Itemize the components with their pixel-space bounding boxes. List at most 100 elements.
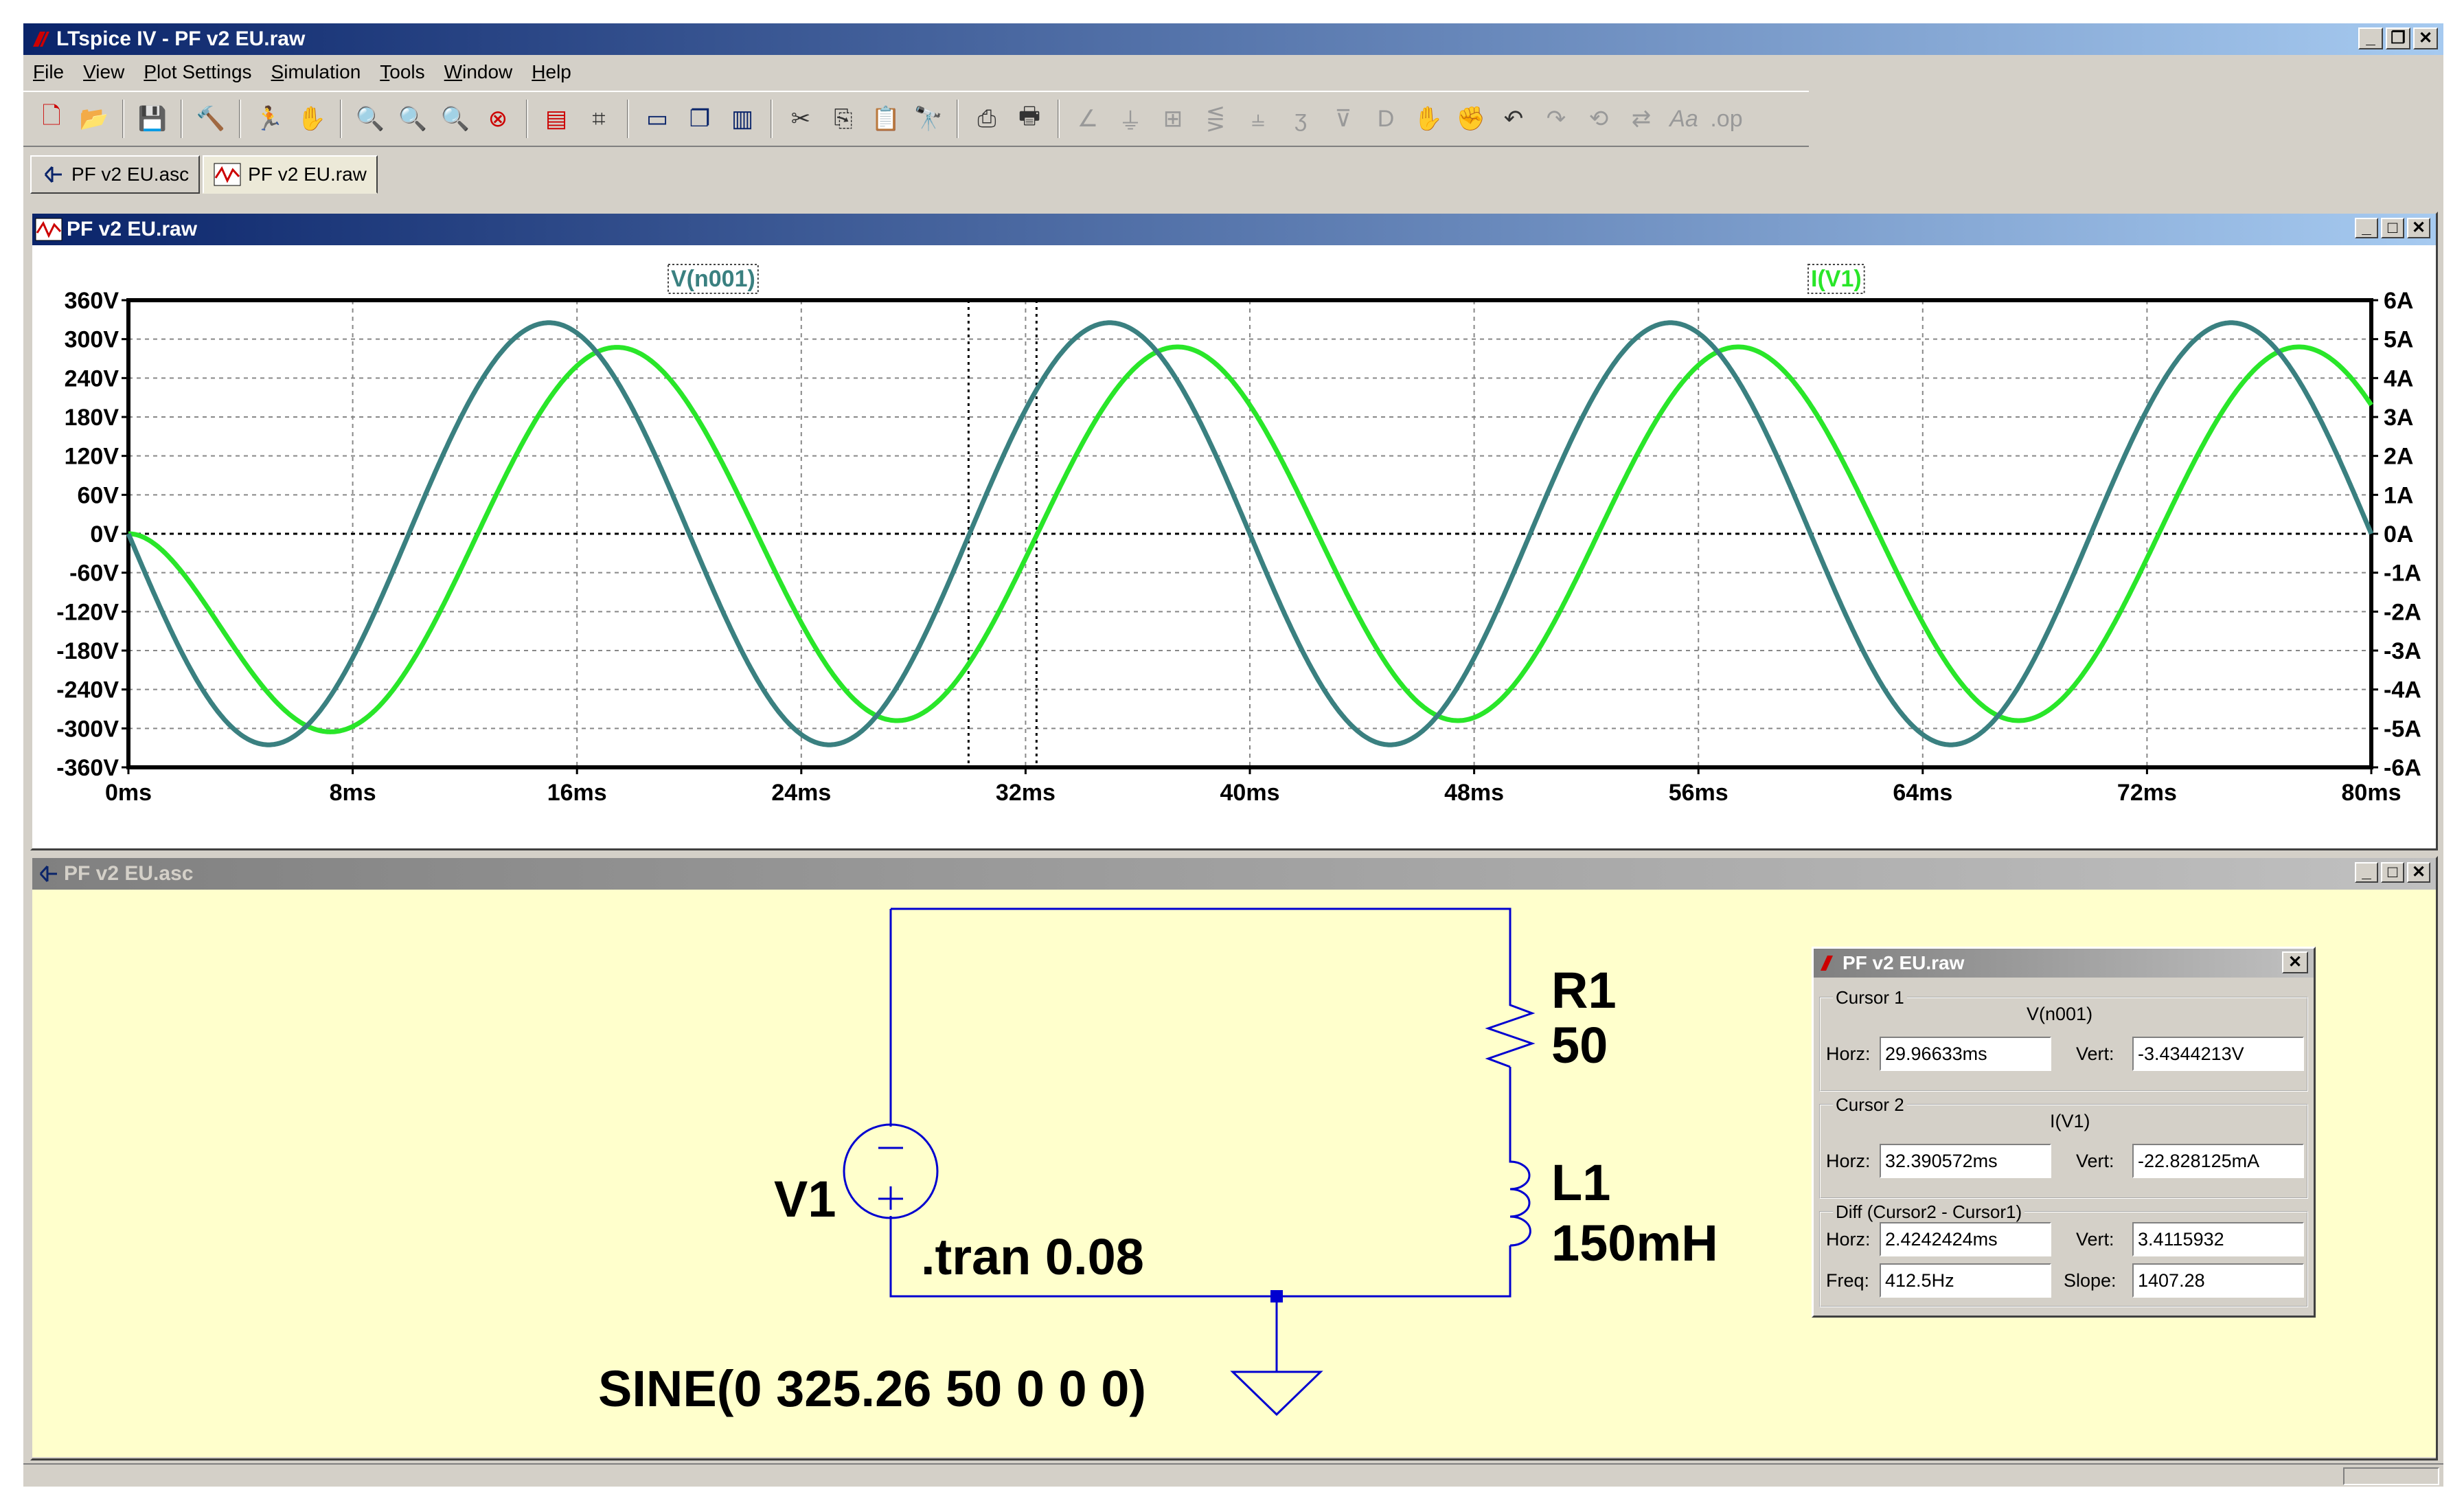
cursor1-horz-field[interactable]: 29.96633ms: [1880, 1037, 2051, 1071]
spice-directive-icon[interactable]: .op: [1708, 100, 1745, 137]
cascade-icon[interactable]: ❐: [681, 100, 718, 137]
schematic-minimize-button[interactable]: _: [2355, 862, 2378, 883]
zoom-area-icon[interactable]: 🔍: [352, 100, 389, 137]
source-value[interactable]: SINE(0 325.26 50 0 0 0): [598, 1360, 1146, 1417]
diff-horz-field[interactable]: 2.4242424ms: [1880, 1222, 2051, 1256]
zoom-in-icon[interactable]: 🔍: [394, 100, 431, 137]
menu-plot-settings[interactable]: Plot Settings: [144, 61, 251, 83]
waveform-maximize-button[interactable]: □: [2381, 218, 2404, 238]
mirror-icon[interactable]: ⇄: [1623, 100, 1660, 137]
marker-icon[interactable]: ⌗: [580, 100, 617, 137]
zoom-cancel-icon[interactable]: ⊗: [479, 100, 516, 137]
zoom-out-icon[interactable]: 🔍: [437, 100, 474, 137]
cursor1-trace: V(n001): [2027, 1004, 2093, 1024]
cursor2-horz-field[interactable]: 32.390572ms: [1880, 1144, 2051, 1178]
find-icon[interactable]: 🔭: [910, 100, 947, 137]
cursor1-label: Cursor 1: [1833, 987, 1907, 1008]
diff-vert-label: Vert:: [2076, 1229, 2114, 1250]
wire-top[interactable]: [891, 907, 1512, 993]
tab-waveform[interactable]: PF v2 EU.raw: [203, 155, 378, 194]
menu-simulation[interactable]: Simulation: [271, 61, 361, 83]
undo-icon[interactable]: ↶: [1495, 100, 1532, 137]
inductor-l1[interactable]: [1509, 1142, 1531, 1247]
menu-window[interactable]: Window: [444, 61, 513, 83]
r1-name[interactable]: R1: [1551, 962, 1617, 1019]
new-schematic-icon[interactable]: 🗋: [33, 100, 70, 137]
run-icon[interactable]: 🏃: [251, 100, 288, 137]
diff-slope-label: Slope:: [2064, 1270, 2117, 1291]
junction-dot: [1270, 1290, 1283, 1302]
label-icon[interactable]: ⊞: [1154, 100, 1191, 137]
window-titlebar: LTspice IV - PF v2 EU.raw _ ❐ ✕: [23, 23, 2443, 55]
ground-symbol[interactable]: [1230, 1370, 1323, 1417]
y-tick-label-right: 2A: [2384, 444, 2413, 470]
x-tick-label: 32ms: [996, 780, 1056, 806]
tab-schematic-label: PF v2 EU.asc: [71, 163, 190, 185]
waveform-plot[interactable]: 0ms 8ms 16ms 24ms 32ms 40ms 48ms 56ms 64ms 72ms 80…: [32, 245, 2436, 848]
diff-freq-label: Freq:: [1826, 1270, 1870, 1291]
cursor2-label: Cursor 2: [1833, 1094, 1907, 1116]
menu-bar: File View Plot Settings Simulation Tools…: [23, 56, 2443, 88]
diode-icon[interactable]: ⊽: [1325, 100, 1362, 137]
y-tick-label-right: -5A: [2384, 716, 2421, 742]
copy-icon[interactable]: ⎘: [825, 100, 862, 137]
voltage-source-v1[interactable]: [843, 1123, 939, 1219]
y-tick-label-right: -6A: [2384, 755, 2421, 781]
move-icon[interactable]: ✋: [1410, 100, 1447, 137]
y-tick-label-left: 60V: [78, 482, 119, 508]
y-tick-label-left: -240V: [56, 677, 119, 703]
inductor-icon[interactable]: ʒ: [1282, 100, 1319, 137]
minimize-button[interactable]: _: [2358, 27, 2383, 49]
drag-icon[interactable]: ✊: [1452, 100, 1490, 137]
open-icon[interactable]: 📂: [76, 100, 113, 137]
diff-freq-field[interactable]: 412.5Hz: [1880, 1263, 2051, 1298]
restore-button[interactable]: ❐: [2386, 27, 2410, 49]
cut-icon[interactable]: ✂: [782, 100, 819, 137]
y-tick-label-left: 0V: [90, 521, 119, 548]
rotate-icon[interactable]: ⟲: [1580, 100, 1617, 137]
spice-directive[interactable]: .tran 0.08: [921, 1228, 1144, 1285]
redo-icon[interactable]: ↷: [1538, 100, 1575, 137]
resistor-icon[interactable]: ⋚: [1197, 100, 1234, 137]
autorange-icon[interactable]: ▤: [538, 100, 575, 137]
diff-slope-field[interactable]: 1407.28: [2132, 1263, 2304, 1298]
tab-schematic[interactable]: PF v2 EU.asc: [30, 155, 201, 194]
ltspice-logo-icon: [1821, 956, 1833, 971]
ground-icon[interactable]: ⏚: [1112, 100, 1149, 137]
resistor-r1[interactable]: [1485, 993, 1536, 1068]
capacitor-icon[interactable]: ⫨: [1240, 100, 1277, 137]
tile-horizontal-icon[interactable]: ▭: [639, 100, 676, 137]
schematic-close-button[interactable]: ✕: [2407, 862, 2430, 883]
wire-icon[interactable]: ∠: [1069, 100, 1106, 137]
print-icon[interactable]: 🖶: [1011, 100, 1048, 137]
cursor1-vert-field[interactable]: -3.4344213V: [2132, 1037, 2304, 1071]
waveform-close-button[interactable]: ✕: [2407, 218, 2430, 238]
paste-icon[interactable]: 📋: [867, 100, 904, 137]
y-tick-label-left: 180V: [65, 405, 119, 431]
trace-label-iv1[interactable]: I(V1): [1811, 266, 1862, 292]
halt-icon[interactable]: ✋: [293, 100, 330, 137]
menu-view[interactable]: View: [83, 61, 124, 83]
l1-value[interactable]: 150mH: [1551, 1215, 1718, 1272]
control-panel-icon[interactable]: 🔨: [192, 100, 229, 137]
cursor2-vert-field[interactable]: -22.828125mA: [2132, 1144, 2304, 1178]
l1-name[interactable]: L1: [1551, 1154, 1610, 1211]
component-icon[interactable]: D: [1367, 100, 1404, 137]
waveform-minimize-button[interactable]: _: [2355, 218, 2378, 238]
diff-vert-field[interactable]: 3.4115932: [2132, 1222, 2304, 1256]
close-button[interactable]: ✕: [2413, 27, 2438, 49]
schematic-maximize-button[interactable]: □: [2381, 862, 2404, 883]
r1-value[interactable]: 50: [1551, 1017, 1608, 1074]
source-name[interactable]: V1: [774, 1171, 836, 1228]
text-icon[interactable]: Aa: [1665, 100, 1702, 137]
menu-help[interactable]: Help: [532, 61, 571, 83]
diff-horz-label: Horz:: [1826, 1229, 1871, 1250]
x-tick-label: 40ms: [1220, 780, 1280, 806]
menu-file[interactable]: File: [33, 61, 64, 83]
print-setup-icon[interactable]: ⎙: [968, 100, 1005, 137]
trace-label-vn001[interactable]: V(n001): [671, 266, 755, 292]
save-icon[interactable]: 💾: [134, 100, 171, 137]
menu-tools[interactable]: Tools: [380, 61, 424, 83]
cursor-dialog-close-button[interactable]: ✕: [2282, 951, 2308, 973]
tile-vertical-icon[interactable]: ▥: [724, 100, 761, 137]
